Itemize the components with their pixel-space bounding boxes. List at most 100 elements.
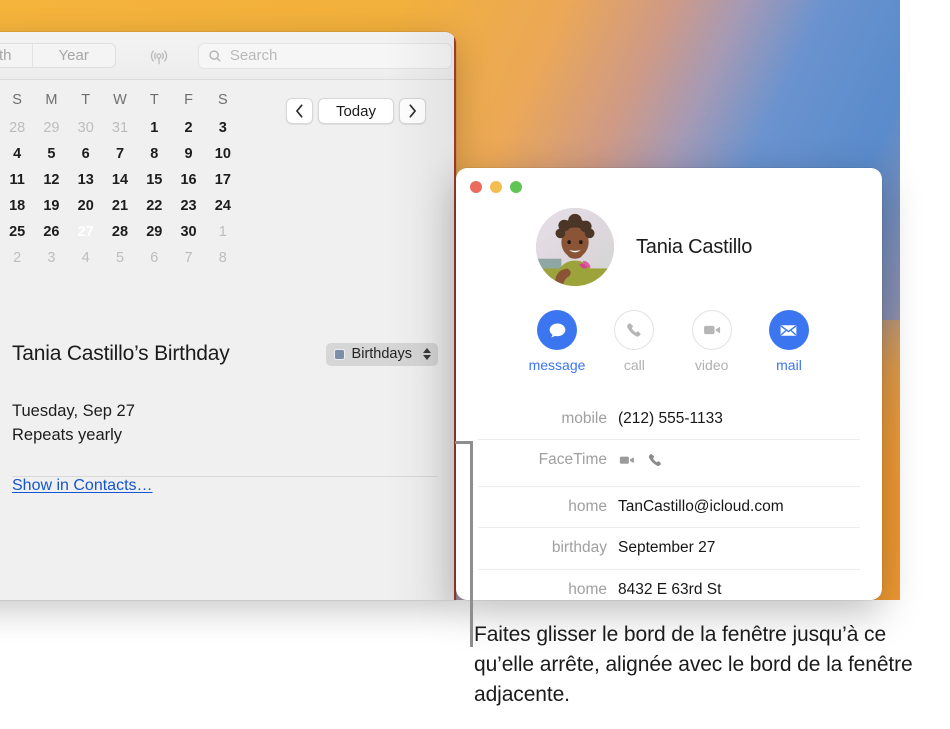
calendar-day-number: 23: [180, 198, 197, 214]
calendar-day-4[interactable]: 4: [69, 245, 103, 271]
calendar-day-1[interactable]: 1: [206, 219, 240, 245]
calendar-day-7[interactable]: 7: [103, 141, 137, 167]
phone-icon[interactable]: [647, 452, 664, 476]
contact-photo: [536, 208, 614, 286]
calendar-day-26[interactable]: 26: [34, 219, 68, 245]
zoom-button[interactable]: [510, 181, 522, 193]
calendar-day-number: 31: [111, 120, 129, 136]
calendar-day-31[interactable]: 31: [103, 115, 137, 141]
message-bubble-icon: [537, 310, 577, 350]
bracket-stem: [470, 441, 473, 647]
contact-detail-row[interactable]: FaceTime: [478, 440, 860, 487]
message-action-label: message: [528, 357, 586, 373]
calendar-day-20[interactable]: 20: [69, 193, 103, 219]
calendar-day-25[interactable]: 25: [0, 219, 34, 245]
calendar-day-2[interactable]: 2: [0, 245, 34, 271]
calendar-day-6[interactable]: 6: [137, 245, 171, 271]
contact-detail-value: [618, 449, 664, 476]
calendar-day-number: 8: [150, 146, 159, 162]
calendar-day-number: 1: [150, 120, 159, 136]
calendar-day-3[interactable]: 3: [34, 245, 68, 271]
day-of-week-4: T: [149, 92, 159, 108]
search-input[interactable]: Search: [197, 42, 452, 69]
calendar-select[interactable]: Birthdays: [325, 342, 438, 366]
calendar-day-16[interactable]: 16: [171, 167, 205, 193]
calendar-day-5[interactable]: 5: [103, 245, 137, 271]
calendar-day-number: 6: [81, 146, 90, 162]
contact-name: Tania Castillo: [636, 235, 753, 258]
segment-month[interactable]: th: [0, 44, 33, 67]
calendar-day-27[interactable]: 27: [69, 219, 103, 245]
calendar-day-30[interactable]: 30: [171, 219, 205, 245]
day-of-week-header: SMTWTFS: [0, 88, 240, 115]
calendar-day-18[interactable]: 18: [0, 193, 34, 219]
calendar-day-number: 27: [77, 224, 94, 240]
calendar-day-13[interactable]: 13: [69, 167, 103, 193]
mail-action-button[interactable]: mail: [758, 310, 820, 373]
calendar-day-8[interactable]: 8: [206, 245, 240, 271]
contact-detail-row[interactable]: mobile (212) 555-1133: [478, 399, 860, 441]
today-button[interactable]: Today: [317, 98, 394, 124]
envelope-icon: [768, 310, 809, 350]
calendar-day-number: 17: [214, 172, 231, 188]
calendar-day-3[interactable]: 3: [206, 115, 240, 141]
segment-year[interactable]: Year: [33, 44, 115, 67]
calendar-day-22[interactable]: 22: [137, 193, 171, 219]
calendar-day-number: 14: [111, 172, 129, 188]
next-button[interactable]: [399, 98, 426, 124]
minimize-button[interactable]: [490, 181, 502, 193]
view-segmented-control[interactable]: th Year: [0, 43, 116, 68]
calendar-day-15[interactable]: 15: [137, 167, 171, 193]
video-action-button[interactable]: video: [681, 310, 743, 373]
broadcast-icon[interactable]: [148, 45, 170, 67]
calendar-day-number: 3: [47, 250, 56, 266]
calendar-day-number: 11: [9, 172, 25, 188]
calendar-day-number: 4: [81, 250, 90, 266]
calendar-day-11[interactable]: 11: [0, 167, 34, 193]
calendar-day-10[interactable]: 10: [206, 141, 240, 167]
calendar-day-6[interactable]: 6: [69, 141, 103, 167]
calendar-day-28[interactable]: 28: [103, 219, 137, 245]
calendar-day-number: 3: [218, 120, 227, 136]
previous-button[interactable]: [285, 98, 313, 124]
calendar-day-12[interactable]: 12: [34, 167, 68, 193]
message-action-button[interactable]: message: [526, 310, 588, 373]
calendar-day-number: 10: [214, 146, 231, 162]
video-camera-icon[interactable]: [618, 451, 636, 476]
calendar-day-number: 15: [146, 172, 163, 188]
calendar-day-28[interactable]: 28: [0, 115, 34, 141]
calendar-day-number: 30: [180, 224, 197, 240]
contact-detail-row[interactable]: birthday September 27: [478, 528, 860, 570]
calendar-day-19[interactable]: 19: [34, 193, 68, 219]
calendar-day-21[interactable]: 21: [103, 193, 137, 219]
calendar-day-7[interactable]: 7: [171, 245, 205, 271]
calendar-day-number: 9: [184, 146, 193, 162]
calendar-day-2[interactable]: 2: [171, 115, 205, 141]
calendar-day-8[interactable]: 8: [137, 141, 171, 167]
search-placeholder: Search: [229, 47, 278, 64]
calendar-day-29[interactable]: 29: [34, 115, 68, 141]
video-camera-icon: [691, 310, 732, 350]
calendar-day-17[interactable]: 17: [206, 167, 240, 193]
close-button[interactable]: [470, 181, 482, 193]
phone-icon: [614, 310, 655, 350]
contact-detail-row[interactable]: home TanCastillo@icloud.com: [478, 487, 860, 529]
calendar-select-label: Birthdays: [351, 346, 412, 362]
calendar-day-4[interactable]: 4: [0, 141, 34, 167]
calendar-day-number: 6: [150, 250, 159, 266]
calendar-day-14[interactable]: 14: [103, 167, 137, 193]
show-in-contacts-link[interactable]: Show in Contacts…: [12, 477, 153, 494]
calendar-day-30[interactable]: 30: [69, 115, 103, 141]
up-down-chevron-icon: [423, 348, 431, 360]
calendar-day-29[interactable]: 29: [137, 219, 171, 245]
mail-action-label: mail: [776, 357, 802, 373]
calendar-day-23[interactable]: 23: [171, 193, 205, 219]
calendar-day-1[interactable]: 1: [137, 115, 171, 141]
calendar-day-9[interactable]: 9: [171, 141, 205, 167]
calendar-day-5[interactable]: 5: [34, 141, 68, 167]
call-action-button[interactable]: call: [603, 310, 665, 373]
calendar-day-24[interactable]: 24: [206, 193, 240, 219]
contact-details-table: mobile (212) 555-1133 FaceTime home TanCasti…: [478, 399, 860, 600]
contact-detail-row[interactable]: home 8432 E 63rd StNew York NY 10065: [478, 570, 860, 600]
calendar-week-row: 28 29 30 31 1 2 3: [0, 115, 240, 141]
